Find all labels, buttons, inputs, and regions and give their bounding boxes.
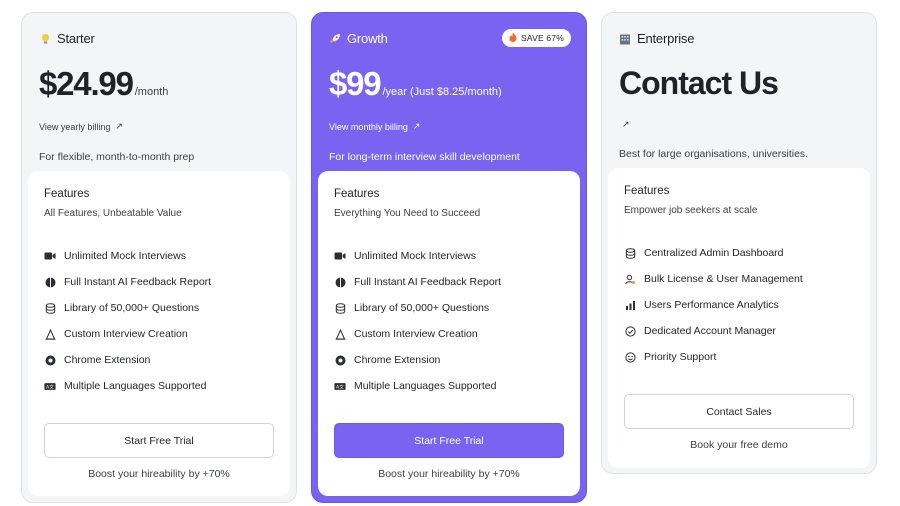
chrome-icon (44, 354, 56, 366)
cta-note: Boost your hireability by +70% (378, 468, 520, 480)
database-icon (624, 247, 636, 259)
list-item: Centralized Admin Dashboard (624, 240, 803, 266)
plan-card-enterprise: Enterprise Contact Us ↗ Best for large o… (601, 12, 877, 474)
arrow-up-right-icon[interactable]: ↗ (622, 119, 630, 130)
plan-description: Best for large organisations, universiti… (619, 148, 809, 160)
list-item: Custom Interview Creation (334, 321, 501, 347)
construction-icon (334, 328, 346, 340)
list-item: A文 Multiple Languages Supported (44, 373, 211, 399)
features-panel: Features Everything You Need to Succeed … (318, 171, 580, 496)
plan-header: Enterprise (619, 31, 694, 46)
billing-link-label: View monthly billing (329, 121, 408, 132)
features-title: Features (44, 188, 90, 200)
features-title: Features (334, 188, 380, 200)
start-free-trial-button[interactable]: Start Free Trial (334, 423, 564, 458)
list-item: Unlimited Mock Interviews (334, 243, 501, 269)
arrow-up-right-icon: ↗ (412, 121, 421, 131)
feature-list: Centralized Admin Dashboard Bulk License… (624, 240, 803, 370)
list-item: Bulk License & User Management (624, 266, 803, 292)
price-amount: $24.99 (39, 65, 134, 102)
features-title: Features (624, 185, 670, 197)
language-icon: A文 (334, 380, 346, 392)
brain-icon (44, 276, 56, 288)
plan-card-growth: Growth SAVE 67% $99 /year (Just $8.25/mo… (311, 12, 587, 503)
list-item: Dedicated Account Manager (624, 318, 803, 344)
list-item: Priority Support (624, 344, 803, 370)
plan-description: For long-term interview skill developmen… (329, 151, 520, 163)
plan-name: Starter (57, 31, 95, 46)
list-item: Custom Interview Creation (44, 321, 211, 347)
video-camera-icon (334, 250, 346, 262)
rocket-icon (329, 33, 341, 45)
features-subtitle: All Features, Unbeatable Value (44, 208, 182, 219)
contact-sales-button[interactable]: Contact Sales (624, 394, 854, 429)
database-icon (334, 302, 346, 314)
save-badge: SAVE 67% (501, 29, 571, 47)
arrow-up-right-icon: ↗ (115, 121, 123, 131)
support-icon (624, 351, 636, 363)
badge-label: SAVE 67% (520, 33, 564, 43)
plan-name: Enterprise (637, 31, 695, 46)
features-panel: Features All Features, Unbeatable Value … (28, 171, 290, 496)
lightbulb-icon (39, 33, 51, 45)
bar-chart-icon (624, 299, 636, 311)
list-item: Users Performance Analytics (624, 292, 803, 318)
account-manager-icon (624, 325, 636, 337)
list-item: Full Instant AI Feedback Report (44, 269, 211, 295)
view-yearly-billing-link[interactable]: View yearly billing ↗ (39, 121, 123, 132)
cta-note: Boost your hireability by +70% (88, 468, 230, 480)
brain-icon (334, 276, 346, 288)
price-amount: $99 (329, 65, 382, 102)
price-period: /month (134, 86, 169, 98)
list-item: Full Instant AI Feedback Report (334, 269, 501, 295)
plan-card-starter: Starter $24.99 /month View yearly billin… (21, 12, 297, 503)
plan-header: Starter (39, 31, 95, 46)
database-icon (44, 302, 56, 314)
cta-note: Book your free demo (690, 439, 788, 451)
list-item: Chrome Extension (334, 347, 501, 373)
list-item: Library of 50,000+ Questions (334, 295, 501, 321)
users-icon (624, 273, 636, 285)
construction-icon (44, 328, 56, 340)
features-subtitle: Everything You Need to Succeed (334, 208, 481, 219)
plan-price: $99 /year (Just $8.25/month) (329, 65, 502, 103)
plan-price: $24.99 /month (39, 65, 168, 103)
features-panel: Features Empower job seekers at scale Ce… (608, 168, 870, 468)
fire-icon (509, 32, 517, 44)
list-item: Library of 50,000+ Questions (44, 295, 211, 321)
features-subtitle: Empower job seekers at scale (624, 205, 758, 216)
feature-list: Unlimited Mock Interviews Full Instant A… (44, 243, 211, 399)
building-icon (619, 33, 631, 45)
feature-list: Unlimited Mock Interviews Full Instant A… (334, 243, 501, 399)
start-free-trial-button[interactable]: Start Free Trial (44, 423, 274, 458)
price-period: /year (Just $8.25/month) (382, 86, 502, 98)
list-item: Chrome Extension (44, 347, 211, 373)
plan-description: For flexible, month-to-month prep (39, 151, 195, 163)
contact-us-title: Contact Us (619, 65, 779, 101)
chrome-icon (334, 354, 346, 366)
list-item: Unlimited Mock Interviews (44, 243, 211, 269)
list-item: A文 Multiple Languages Supported (334, 373, 501, 399)
plan-header: Growth (329, 31, 388, 46)
plan-name: Growth (347, 31, 388, 46)
billing-link-label: View yearly billing (39, 121, 111, 132)
view-monthly-billing-link[interactable]: View monthly billing ↗ (329, 121, 420, 132)
language-icon: A文 (44, 380, 56, 392)
video-camera-icon (44, 250, 56, 262)
